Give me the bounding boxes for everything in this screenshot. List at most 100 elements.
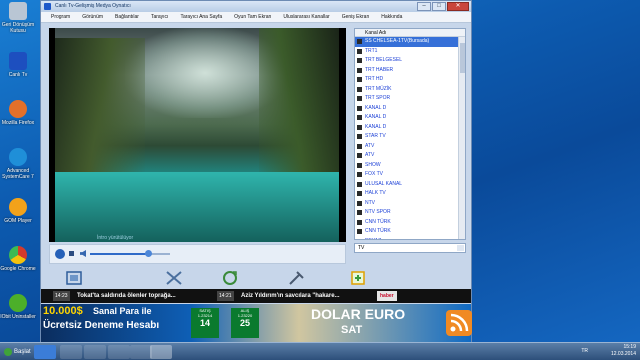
video-status: İntro yürütülüyor <box>97 235 134 241</box>
close-button[interactable]: ✕ <box>447 2 469 11</box>
channel-name: ATV <box>365 142 375 149</box>
video-area[interactable] <box>49 28 346 242</box>
channel-item[interactable]: BEYAZ <box>355 237 465 240</box>
taskbar-ie-icon[interactable] <box>34 345 56 359</box>
channel-item[interactable]: NTV SPOR <box>355 208 465 218</box>
desktop-icon-gom-player[interactable]: GOM Player <box>0 198 36 224</box>
desktop-icon-chrome[interactable]: Google Chrome <box>0 246 36 272</box>
channel-name: KANAL D <box>365 114 387 120</box>
channel-item[interactable]: KANAL D <box>355 113 465 123</box>
channel-icon <box>357 153 362 158</box>
menu-browser-home[interactable]: Tarayıcı Ana Sayfa <box>174 12 228 22</box>
channel-list: Kanal Adı SS CHELSEA-1TV(Bursada) TRT1 TRT… <box>354 28 466 240</box>
desktop-icon-uninstaller[interactable]: IObit Uninstaller <box>0 294 36 320</box>
menu-game-fullscreen[interactable]: Oyun Tam Ekran <box>228 12 277 22</box>
channel-item[interactable]: SHOW <box>355 161 465 171</box>
channel-item[interactable]: KANAL D <box>355 104 465 114</box>
channel-item[interactable]: FOX TV <box>355 170 465 180</box>
desktop-icon-canli-tv[interactable]: Canlı Tv <box>0 52 36 78</box>
menu-program[interactable]: Program <box>45 12 76 22</box>
channel-icon <box>357 124 362 130</box>
refresh-icon[interactable] <box>219 269 241 287</box>
channel-name: NTV <box>365 199 375 206</box>
channel-item[interactable]: TRT BELGESEL <box>355 56 465 66</box>
category-select[interactable]: TV <box>354 243 466 253</box>
channel-item[interactable]: CNN TÜRK <box>355 218 465 228</box>
start-button[interactable]: Başlat <box>2 346 34 358</box>
menu-browser[interactable]: Tarayıcı <box>145 12 175 22</box>
taskbar-canli-tv-icon[interactable] <box>150 345 172 359</box>
channel-item[interactable]: ULUSAL KANAL <box>355 180 465 190</box>
add-channel-icon[interactable] <box>347 269 369 287</box>
taskbar-winrar-icon[interactable] <box>108 345 130 359</box>
desktop-icon-recycle-bin[interactable]: Geri Dönüşüm Kutusu <box>0 2 36 34</box>
desktop-icon-firefox[interactable]: Mozilla Firefox <box>0 100 36 126</box>
channel-name: ULUSAL KANAL <box>365 180 403 187</box>
ad-quote-value: 14 <box>199 318 210 328</box>
channel-name: SS CHELSEA-1TV(Bursada) <box>365 38 430 44</box>
maximize-button[interactable]: □ <box>432 2 446 11</box>
fullscreen-icon[interactable] <box>63 269 85 287</box>
desktop-icon-systemcare[interactable]: Advanced SystemCare 7 <box>0 148 36 180</box>
channel-name: BEYAZ <box>365 238 381 240</box>
ticker-item[interactable]: Aziz Yıldırım'ın savcılara "hakare... <box>241 291 340 301</box>
volume-icon[interactable] <box>80 250 86 257</box>
channel-icon <box>357 238 362 239</box>
channel-item[interactable]: HALK TV <box>355 189 465 199</box>
taskbar-chrome-icon[interactable] <box>84 345 106 359</box>
channel-name: CNN TÜRK <box>365 218 391 225</box>
window-title: Canlı Tv-Gelişmiş Medya Oynatıcı <box>55 3 131 9</box>
ad-banner[interactable]: 10.000$ Sanal Para ile Ücretsiz Deneme H… <box>41 304 471 342</box>
settings-icon[interactable] <box>285 269 307 287</box>
channel-icon <box>357 58 362 63</box>
pause-button[interactable] <box>55 249 65 259</box>
ticker-time: 14:23 <box>53 291 70 301</box>
desktop-icon-label: Google Chrome <box>0 266 36 272</box>
tools-icon[interactable] <box>163 269 185 287</box>
taskbar-explorer-icon[interactable] <box>60 345 82 359</box>
channel-list-header[interactable]: Kanal Adı <box>355 29 465 37</box>
clock[interactable]: 15:19 12.03.2014 <box>611 344 636 358</box>
channel-list-scrollbar[interactable] <box>458 37 465 239</box>
menu-about[interactable]: Hakkında <box>375 12 408 22</box>
desktop-icon-label: IObit Uninstaller <box>0 314 36 320</box>
volume-slider[interactable] <box>90 250 170 257</box>
channel-item[interactable]: TRT MÜZİK <box>355 85 465 95</box>
channel-item[interactable]: TRT HD <box>355 75 465 85</box>
channel-icon <box>357 210 362 215</box>
ad-quote-sell: SATIŞ 1.23214 14 <box>191 308 219 338</box>
chevron-down-icon <box>457 245 464 251</box>
channel-item[interactable]: KANAL D <box>355 123 465 133</box>
toolbar <box>49 267 469 289</box>
language-indicator[interactable]: TR <box>581 348 588 354</box>
channel-item[interactable]: TRT HABER <box>355 66 465 76</box>
news-ticker: 14:23 Tokat'ta saldırıda ölenler toprağa… <box>41 289 471 303</box>
stop-button[interactable] <box>69 251 74 256</box>
volume-knob[interactable] <box>144 250 152 257</box>
desktop-icon-label: Canlı Tv <box>8 72 28 78</box>
channel-name: ATV <box>365 152 375 158</box>
channel-item[interactable]: ATV <box>355 142 465 152</box>
taskbar-media-icon[interactable] <box>130 345 152 359</box>
firefox-icon <box>9 100 27 118</box>
channel-item[interactable]: CNN TÜRK <box>355 227 465 237</box>
minimize-button[interactable]: – <box>417 2 431 11</box>
window-titlebar[interactable]: Canlı Tv-Gelişmiş Medya Oynatıcı – □ ✕ <box>41 1 471 12</box>
desktop-icon-label: Advanced SystemCare 7 <box>2 168 34 180</box>
channel-item[interactable]: STAR TV <box>355 132 465 142</box>
channel-item[interactable]: SS CHELSEA-1TV(Bursada) <box>355 37 465 47</box>
channel-item[interactable]: TRT SPOR <box>355 94 465 104</box>
menu-links[interactable]: Bağlantılar <box>109 12 145 22</box>
menu-international-channels[interactable]: Uluslararası Kanallar <box>277 12 335 22</box>
channel-icon <box>357 67 362 73</box>
clock-time: 15:19 <box>623 344 636 350</box>
channel-item[interactable]: ATV <box>355 151 465 161</box>
channel-item[interactable]: NTV <box>355 199 465 209</box>
channel-name: FOX TV <box>365 171 383 177</box>
channel-item[interactable]: TRT1 <box>355 47 465 57</box>
rss-icon[interactable] <box>446 310 472 336</box>
ticker-item[interactable]: Tokat'ta saldırıda ölenler toprağa... <box>77 291 176 301</box>
gom-player-icon <box>9 198 27 216</box>
menu-wide-screen[interactable]: Geniş Ekran <box>336 12 376 22</box>
menu-view[interactable]: Görünüm <box>76 12 109 22</box>
